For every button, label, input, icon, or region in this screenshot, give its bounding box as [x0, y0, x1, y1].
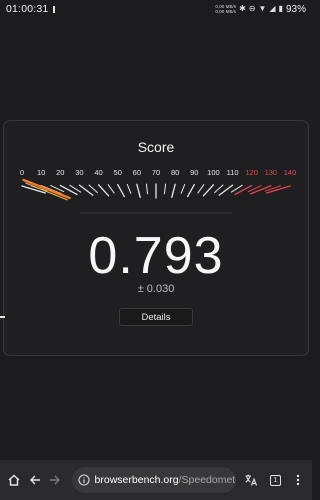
gauge-tick-label: 130	[265, 168, 278, 177]
gauge-tick-label: 110	[227, 168, 239, 177]
status-bar: 01:00:31 0,00 MB/s 0,00 MB/s ✱ ⊖ ▼ ◢ ▮ 9…	[0, 0, 312, 18]
back-arrow-icon	[29, 475, 40, 485]
status-time: 01:00:31	[6, 3, 49, 15]
url-host: browserbench.org	[94, 474, 179, 486]
gauge-tick-label: 10	[37, 168, 45, 177]
gauge-major-tick	[171, 183, 176, 198]
gauge-major-tick	[234, 184, 253, 196]
gauge-tick-label: 50	[114, 168, 122, 177]
gauge-minor-tick	[126, 183, 132, 194]
address-bar[interactable]: browserbench.org/Speedometer3.1	[71, 467, 237, 493]
gauge-major-tick	[59, 184, 78, 196]
browser-toolbar: browserbench.org/Speedometer3.1 1	[0, 460, 312, 500]
home-button[interactable]	[4, 469, 25, 491]
score-error: ± 0.030	[137, 283, 175, 295]
more-vert-icon	[296, 474, 299, 486]
forward-arrow-icon	[50, 475, 61, 485]
more-menu-button[interactable]	[288, 469, 309, 491]
battery-percent: 93%	[285, 3, 306, 15]
notification-icon	[53, 5, 56, 13]
gauge-tick-label: 30	[75, 168, 83, 177]
gauge-major-tick	[202, 184, 215, 197]
bluetooth-icon: ✱	[239, 4, 246, 13]
gauge-minor-tick	[214, 184, 224, 193]
gauge-tick-label: 140	[284, 168, 297, 177]
gauge-minor-tick	[107, 184, 115, 194]
gauge-major-tick	[97, 184, 110, 197]
gauge-tick-label: 80	[171, 168, 179, 177]
home-icon	[8, 474, 20, 486]
speedometer-gauge: 0 10 20 30 40 50 60 70 80 90 100 110 120 130 140	[20, 168, 297, 214]
translate-button[interactable]	[240, 469, 261, 491]
wifi-icon: ▼	[258, 4, 267, 13]
score-value: 0.793	[88, 227, 224, 285]
gauge-tick-label: 70	[152, 168, 160, 177]
details-button[interactable]: Details	[119, 308, 193, 326]
translate-icon	[245, 474, 257, 486]
network-speed: 0,00 MB/s 0,00 MB/s	[215, 4, 236, 14]
gauge-tick-label: 20	[56, 168, 64, 177]
forward-button[interactable]	[45, 469, 66, 491]
gauge-tick-label: 0	[20, 168, 24, 177]
back-button[interactable]	[25, 469, 46, 491]
gauge-minor-tick	[88, 184, 98, 193]
edge-handle	[0, 316, 5, 318]
tab-count: 1	[269, 474, 281, 486]
net-down-speed: 0,00 MB/s	[215, 9, 237, 14]
gauge-tick-label: 120	[245, 168, 258, 177]
gauge-tick-label: 40	[94, 168, 102, 177]
tab-switcher-button[interactable]: 1	[265, 469, 286, 491]
url-path: /Speedometer3.1	[178, 474, 237, 486]
gauge-tick-label: 90	[190, 168, 198, 177]
battery-icon: ▮	[278, 4, 283, 13]
gauge-minor-tick	[180, 183, 186, 194]
signal-icon: ◢	[269, 4, 276, 13]
gauge-tick-label: 100	[207, 168, 220, 177]
gauge-major-tick	[136, 183, 141, 198]
dnd-icon: ⊖	[248, 4, 256, 13]
gauge-minor-tick	[197, 184, 205, 194]
site-info-icon[interactable]	[77, 474, 90, 486]
gauge-tick-label: 60	[133, 168, 141, 177]
gauge-major-tick	[117, 183, 126, 198]
gauge-major-tick	[186, 183, 195, 198]
score-title: Score	[137, 139, 175, 155]
gauge-minor-tick	[145, 183, 149, 195]
gauge-minor-tick	[163, 183, 167, 195]
